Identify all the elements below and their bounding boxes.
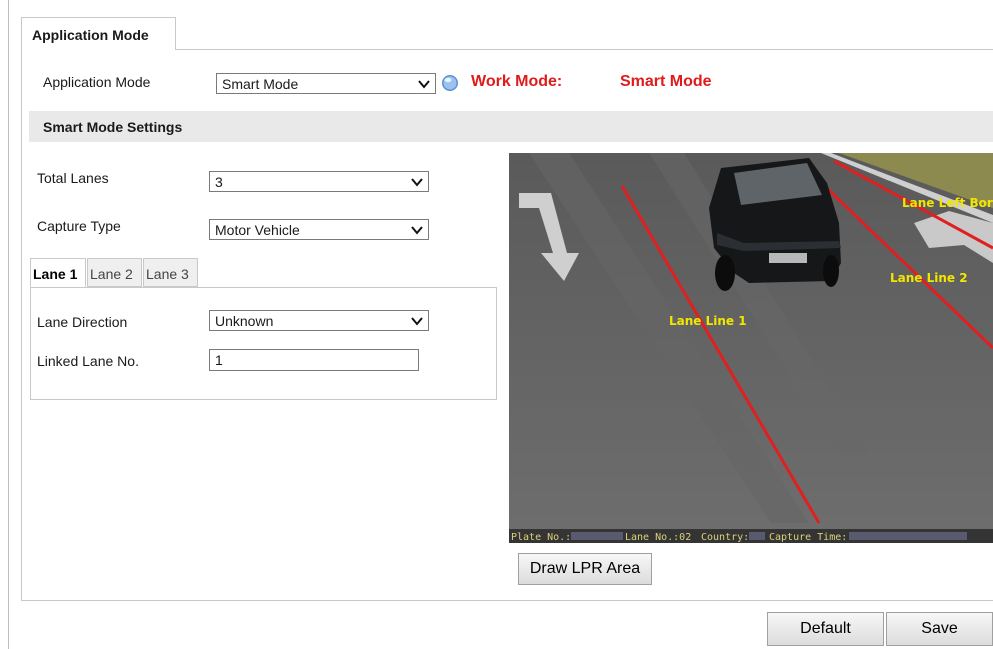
osd-plate: Plate No.:: [511, 532, 571, 543]
default-button[interactable]: Default: [767, 612, 884, 646]
tab-lane-2[interactable]: Lane 2: [87, 258, 142, 287]
lane-line-1-overlay: Lane Line 1: [669, 314, 747, 328]
linked-lane-input[interactable]: 1: [209, 349, 419, 371]
osd-country: Country:: [701, 532, 749, 543]
camera-preview[interactable]: Lane Line 1 Lane Line 2 Lane Left Border…: [509, 153, 993, 543]
save-button[interactable]: Save: [886, 612, 993, 646]
total-lanes-label: Total Lanes: [37, 170, 109, 186]
draw-lpr-area-button[interactable]: Draw LPR Area: [518, 553, 652, 585]
app-mode-selected: Smart Mode: [222, 76, 299, 92]
lane-settings-box: [30, 287, 497, 400]
lane-direction-label: Lane Direction: [37, 314, 128, 330]
work-mode-value: Smart Mode: [620, 73, 712, 90]
lane-direction-selected: Unknown: [215, 313, 274, 329]
page-left-border: [8, 0, 9, 649]
camera-image: Lane Line 1 Lane Line 2 Lane Left Border…: [509, 153, 993, 543]
total-lanes-selected: 3: [215, 174, 223, 190]
lane-direction-select[interactable]: Unknown: [209, 310, 429, 331]
app-mode-select[interactable]: Smart Mode: [216, 73, 436, 94]
linked-lane-label: Linked Lane No.: [37, 353, 139, 369]
car: [709, 158, 841, 291]
lane-left-border-overlay: Lane Left Border: [902, 196, 993, 210]
chevron-down-icon: [411, 178, 423, 187]
app-mode-label: Application Mode: [43, 74, 151, 90]
capture-type-label: Capture Type: [37, 218, 121, 234]
work-mode-label: Work Mode:: [471, 73, 563, 90]
chevron-down-icon: [418, 80, 430, 89]
section-header: Smart Mode Settings: [29, 111, 993, 142]
osd-lane: Lane No.:02: [625, 532, 691, 543]
tab-lane-1[interactable]: Lane 1: [30, 258, 86, 287]
lane-line-2-overlay: Lane Line 2: [890, 271, 968, 285]
chevron-down-icon: [411, 226, 423, 235]
info-icon[interactable]: [441, 74, 459, 92]
capture-type-select[interactable]: Motor Vehicle: [209, 219, 429, 240]
chevron-down-icon: [411, 317, 423, 326]
tab-application-mode[interactable]: Application Mode: [21, 17, 176, 50]
osd-capture-time: Capture Time:: [769, 532, 847, 543]
total-lanes-select[interactable]: 3: [209, 171, 429, 192]
tab-lane-3[interactable]: Lane 3: [143, 258, 198, 287]
capture-type-selected: Motor Vehicle: [215, 222, 300, 238]
